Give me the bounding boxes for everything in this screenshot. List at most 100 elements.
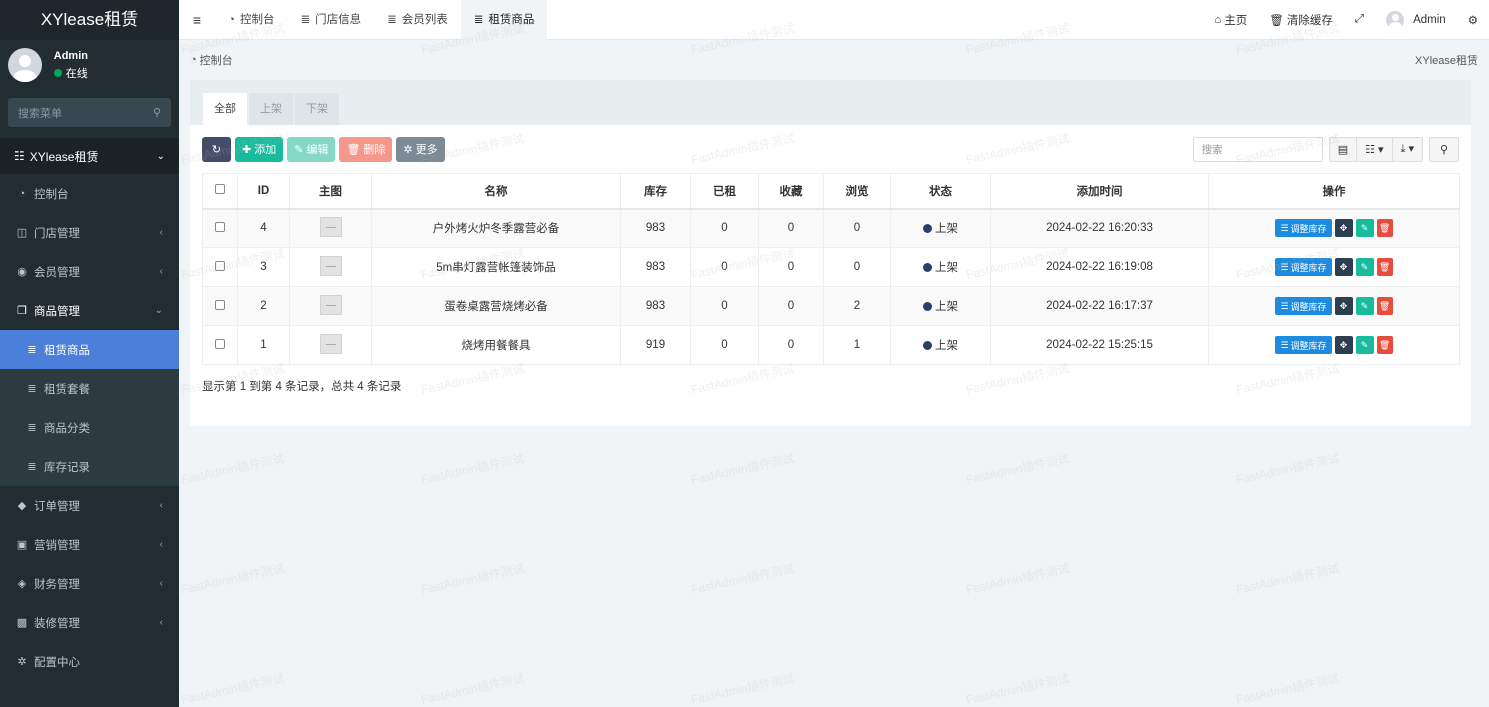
toggle-view-button[interactable]: ▤ xyxy=(1328,136,1357,162)
clear-cache-button[interactable]: 🗑 清除缓存 xyxy=(1258,12,1344,28)
row-checkbox[interactable] xyxy=(215,338,225,349)
row-checkbox[interactable] xyxy=(215,299,225,310)
add-button[interactable]: ✚ 添加 xyxy=(235,136,284,162)
columns-button[interactable]: ☷ ▾ xyxy=(1356,136,1392,162)
edit-row-button[interactable]: ✎ xyxy=(1355,219,1374,238)
edit-row-button[interactable]: ✎ xyxy=(1355,258,1374,276)
export-button[interactable]: ⤓ ▾ xyxy=(1391,136,1423,162)
sidebar-item-9[interactable]: ▣ 营销管理 ‹ xyxy=(0,525,179,564)
refresh-button[interactable]: ↻ xyxy=(202,136,231,162)
column-header[interactable]: 添加时间 xyxy=(990,173,1209,210)
filter-tab-0[interactable]: 全部 xyxy=(203,93,247,125)
status-badge[interactable]: 上架 xyxy=(923,337,958,353)
row-checkbox[interactable] xyxy=(215,221,225,232)
sidebar-item-2[interactable]: ◉ 会员管理 ‹ xyxy=(0,252,179,291)
column-header[interactable]: 收藏 xyxy=(758,173,824,210)
column-header[interactable]: 状态 xyxy=(890,173,991,210)
settings-icon[interactable]: ⚙ xyxy=(1457,13,1489,27)
cube-icon: ◆ xyxy=(17,500,27,512)
edit-row-button[interactable]: ✎ xyxy=(1355,297,1374,315)
clone-icon: ❐ xyxy=(17,305,27,317)
filter-tab-2[interactable]: 下架 xyxy=(295,93,339,125)
breadcrumb-site: XYlease租赁 xyxy=(1415,55,1478,67)
sidebar-item-11[interactable]: ▩ 装修管理 ‹ xyxy=(0,603,179,642)
column-header[interactable]: 名称 xyxy=(371,173,621,210)
home-link[interactable]: ⌂ 主页 xyxy=(1203,12,1258,28)
sidebar-item-7[interactable]: ≣ 库存记录 xyxy=(0,447,179,486)
filter-tab-1[interactable]: 上架 xyxy=(249,93,293,125)
delete-row-button[interactable]: 🗑 xyxy=(1376,219,1393,238)
adjust-stock-button[interactable]: ☰ 调整库存 xyxy=(1275,336,1332,354)
product-thumbnail[interactable] xyxy=(319,294,342,315)
database-icon: ☰ xyxy=(1280,339,1289,350)
status-badge[interactable]: 上架 xyxy=(923,220,958,236)
cell-stock: 983 xyxy=(620,286,691,326)
sidebar-item-3[interactable]: ❐ 商品管理 ⌄ xyxy=(0,291,179,330)
menu-search-input[interactable]: 搜索菜单 ⚲ xyxy=(8,98,171,127)
search-button[interactable]: ⚲ xyxy=(1429,136,1459,162)
sidebar-item-6[interactable]: ≣ 商品分类 xyxy=(0,408,179,447)
nav-tab-1[interactable]: ≣ 门店信息 xyxy=(287,0,374,40)
select-all-checkbox[interactable] xyxy=(215,184,225,195)
column-header[interactable]: 操作 xyxy=(1208,173,1460,210)
trash-icon: 🗑 xyxy=(1269,14,1284,27)
sidebar-item-5[interactable]: ≣ 租赁套餐 xyxy=(0,369,179,408)
cell-name: 户外烤火炉冬季露营必备 xyxy=(371,208,621,248)
watermark-text: FastAdmin插件测试 xyxy=(1234,561,1341,597)
cell-id: 3 xyxy=(237,247,290,287)
delete-row-button[interactable]: 🗑 xyxy=(1376,297,1393,315)
edit-button[interactable]: ✎ 编辑 xyxy=(287,136,336,162)
dashboard-icon: ◔ xyxy=(190,54,197,66)
watermark-text: FastAdmin插件测试 xyxy=(964,671,1071,707)
admin-menu[interactable]: Admin xyxy=(1375,10,1457,29)
menu-toggle-icon[interactable]: ≡ xyxy=(179,12,215,28)
edit-row-button[interactable]: ✎ xyxy=(1355,336,1374,354)
product-thumbnail[interactable] xyxy=(319,216,342,237)
dashboard-icon: ◔ xyxy=(228,13,235,26)
table-search-input[interactable]: 搜索 xyxy=(1192,136,1323,162)
status-badge[interactable]: 上架 xyxy=(923,298,958,314)
column-header[interactable]: 主图 xyxy=(289,173,372,210)
status-badge[interactable]: 上架 xyxy=(923,259,958,275)
sidebar-item-12[interactable]: ✲ 配置中心 xyxy=(0,642,179,681)
nav-tab-0[interactable]: ◔ 控制台 xyxy=(215,0,287,40)
app-logo[interactable]: XYlease租赁 xyxy=(0,0,179,40)
drag-handle-icon[interactable]: ✥ xyxy=(1334,219,1353,238)
watermark-text: FastAdmin插件测试 xyxy=(419,451,526,487)
adjust-stock-button[interactable]: ☰ 调整库存 xyxy=(1275,258,1332,276)
row-checkbox[interactable] xyxy=(215,260,225,271)
product-thumbnail[interactable] xyxy=(319,255,342,276)
sidebar-header[interactable]: ☷ XYlease租赁 ⌄ xyxy=(0,138,179,174)
sidebar-item-0[interactable]: ◔ 控制台 xyxy=(0,174,179,213)
sidebar-item-1[interactable]: ◫ 门店管理 ‹ xyxy=(0,213,179,252)
column-header[interactable]: 浏览 xyxy=(823,173,891,210)
sidebar-item-label: 装修管理 xyxy=(34,617,80,630)
more-button[interactable]: ✲ 更多 xyxy=(396,136,445,162)
adjust-stock-button[interactable]: ☰ 调整库存 xyxy=(1275,297,1332,315)
database-icon: ☰ xyxy=(1280,261,1289,272)
drag-handle-icon[interactable]: ✥ xyxy=(1334,258,1353,276)
sidebar-item-8[interactable]: ◆ 订单管理 ‹ xyxy=(0,486,179,525)
cell-views: 0 xyxy=(823,208,891,248)
adjust-stock-button[interactable]: ☰ 调整库存 xyxy=(1275,219,1332,238)
row-actions: ☰ 调整库存 ✥ ✎ 🗑 xyxy=(1275,336,1393,354)
column-header[interactable]: 已租 xyxy=(690,173,759,210)
nav-tab-3[interactable]: ≣ 租赁商品 xyxy=(460,0,548,40)
drag-handle-icon[interactable]: ✥ xyxy=(1334,336,1353,354)
delete-row-button[interactable]: 🗑 xyxy=(1376,336,1393,354)
column-header[interactable]: 库存 xyxy=(620,173,691,210)
breadcrumb-current[interactable]: 控制台 xyxy=(200,52,233,68)
product-thumbnail[interactable] xyxy=(319,333,342,354)
sidebar-item-4[interactable]: ≣ 租赁商品 xyxy=(0,330,179,369)
delete-row-button[interactable]: 🗑 xyxy=(1376,258,1393,276)
fullscreen-icon[interactable]: ⤢ xyxy=(1344,13,1375,26)
cell-stock: 983 xyxy=(620,208,691,248)
watermark-text: FastAdmin插件测试 xyxy=(964,561,1071,597)
search-icon[interactable]: ⚲ xyxy=(153,106,161,119)
drag-handle-icon[interactable]: ✥ xyxy=(1334,297,1353,315)
main-panel: 全部 上架 下架 ↻ ✚ 添加 ✎ 编辑 🗑 删除 ✲ 更多 搜索 ▤ ☷ ▾ ⤓ ▾ ⚲ … xyxy=(190,80,1471,426)
column-header[interactable]: ID xyxy=(237,173,290,210)
sidebar-item-10[interactable]: ◈ 财务管理 ‹ xyxy=(0,564,179,603)
nav-tab-2[interactable]: ≣ 会员列表 xyxy=(374,0,461,40)
delete-button[interactable]: 🗑 删除 xyxy=(339,136,393,162)
